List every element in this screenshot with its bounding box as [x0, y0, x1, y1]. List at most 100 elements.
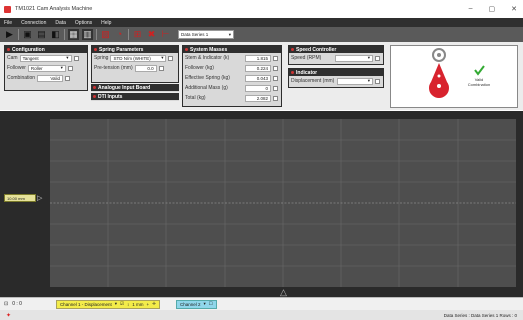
speed-label: Speed (RPM) [291, 55, 322, 61]
follower-label: Follower [7, 65, 26, 71]
analogue-title: Analogue Input Board [98, 84, 151, 91]
export-icon[interactable]: ◧ [50, 29, 61, 40]
mass-checkbox[interactable] [273, 75, 278, 81]
minimize-button[interactable]: – [469, 5, 473, 13]
chevron-down-icon[interactable]: ▾ [115, 301, 117, 307]
cam-select[interactable]: Tangent ▾ [19, 54, 72, 62]
mass-label: Effective Spring (kg) [185, 75, 230, 81]
mass-value: 1.815 [256, 55, 268, 61]
mass-input[interactable]: 0 [245, 84, 271, 92]
pointer-icon[interactable]: ⊡ [4, 301, 8, 307]
mass-input[interactable]: 0.043 [245, 74, 271, 82]
move-icon[interactable]: ✛ [152, 301, 156, 307]
chevron-down-icon[interactable]: ▾ [203, 301, 205, 307]
scale-icon: ↕ [127, 301, 130, 307]
speed-input[interactable]: ▾ [335, 54, 373, 62]
save-icon[interactable]: ▣ [22, 29, 33, 40]
spring-value: STD N/m (WHITE) [113, 55, 151, 61]
speed-checkbox[interactable] [375, 55, 380, 61]
pin-icon [94, 48, 97, 51]
analogue-input-panel: Analogue Input Board [91, 84, 179, 92]
combination-checkbox[interactable] [65, 75, 71, 81]
mass-label: Follower (kg) [185, 65, 214, 71]
mass-value: 0.043 [256, 75, 268, 81]
system-masses-title: System Masses [190, 46, 228, 53]
close-button[interactable]: ✕ [511, 5, 517, 13]
mass-checkbox[interactable] [273, 55, 278, 61]
menu-data[interactable]: Data [55, 20, 66, 26]
indicator-input[interactable]: ▾ [337, 77, 373, 85]
mass-checkbox[interactable] [273, 85, 278, 91]
clear-icon[interactable]: ✖ [146, 29, 157, 40]
spring-label: Spring [94, 55, 109, 61]
cursor-icon[interactable]: ⊢ [160, 29, 171, 40]
pin-icon [93, 95, 96, 98]
follower-checkbox[interactable] [67, 65, 73, 71]
roller-pin [437, 53, 441, 57]
cam-pivot-upper [437, 74, 441, 78]
mass-checkbox[interactable] [273, 95, 278, 101]
follower-select[interactable]: Roller ▾ [27, 64, 66, 72]
dti-inputs-panel: DTI Inputs [91, 93, 179, 101]
configuration-title: Configuration [12, 46, 45, 53]
print-icon[interactable]: ▤ [36, 29, 47, 40]
mass-input[interactable]: 0.224 [245, 64, 271, 72]
cam-row: Cam Tangent ▾ [5, 53, 87, 63]
pin-icon [291, 48, 294, 51]
menu-bar: File Connection Data Options Help [0, 18, 523, 27]
pretension-row: Pre-tension (mm) 0.0 [92, 63, 178, 73]
grid-lines [50, 119, 516, 287]
mass-input[interactable]: 1.815 [245, 54, 271, 62]
chevron-down-icon: ▾ [161, 55, 164, 60]
cam-checkbox[interactable] [73, 55, 79, 61]
plot-grid[interactable] [50, 119, 516, 287]
chart-icon[interactable]: ▧ [100, 29, 111, 40]
displacement-axis-marker[interactable]: 10.00 mm [4, 194, 36, 202]
menu-connection[interactable]: Connection [21, 20, 46, 26]
preview-status-line2: Combination [468, 82, 490, 87]
checkbox-icon[interactable]: ☑ [120, 301, 124, 307]
analogue-header[interactable]: Analogue Input Board [91, 84, 179, 91]
dti-header[interactable]: DTI Inputs [91, 93, 179, 100]
mass-row: Effective Spring (kg) 0.043 [183, 73, 281, 83]
mass-value: 0.224 [256, 65, 268, 71]
toolbar-divider [18, 29, 19, 40]
mass-input[interactable]: 2.082 [245, 94, 271, 102]
configuration-header: Configuration [5, 46, 87, 53]
spring-select[interactable]: STD N/m (WHITE) ▾ [110, 54, 167, 62]
pretension-checkbox[interactable] [158, 65, 164, 71]
maximize-button[interactable]: ▢ [489, 5, 496, 13]
data-series-value: Data Series 1 [181, 32, 209, 37]
indicator-row: Displacement (mm) ▾ [289, 76, 383, 86]
gauge-icon[interactable]: ◔ [114, 29, 125, 40]
channel1-scale[interactable]: 1 mm [132, 302, 143, 307]
chevron-down-icon: ▾ [60, 65, 63, 70]
table-icon[interactable]: ▦ [68, 29, 79, 40]
speed-controller-panel: Speed Controller Speed (RPM) ▾ [288, 45, 384, 65]
warning-icon: ✦ [6, 312, 12, 319]
mass-row: Additional Mass (g) 0 [183, 83, 281, 93]
indicator-checkbox[interactable] [375, 78, 380, 84]
channel1-tab[interactable]: Channel 1 - Displacement ▾ ☑ ↕ 1 mm + ✛ [55, 299, 160, 309]
channel2-tab[interactable]: Channel 2 ▾ ☐ [175, 299, 217, 309]
menu-help[interactable]: Help [101, 20, 111, 26]
indicator-panel: Indicator Displacement (mm) ▾ [288, 68, 384, 88]
pretension-input[interactable]: 0.0 [134, 64, 157, 72]
data-series-select[interactable]: Data Series 1 ▾ [178, 30, 234, 39]
chevron-down-icon: ▾ [66, 55, 69, 60]
cam-value: Tangent [22, 55, 39, 61]
layout-icon[interactable]: ▥ [82, 29, 93, 40]
channel1-label: Channel 1 - Displacement [59, 301, 112, 307]
toolbar: ▶ ▣ ▤ ◧ ▦ ▥ ▧ ◔ ⊞ ✖ ⊢ Data Series 1 ▾ [0, 27, 523, 42]
checkbox-icon[interactable]: ☐ [209, 301, 213, 307]
dti-title: DTI Inputs [98, 93, 123, 100]
add-icon[interactable]: + [147, 302, 150, 307]
cam-preview: Valid Combination [390, 45, 518, 108]
menu-options[interactable]: Options [75, 20, 92, 26]
mass-checkbox[interactable] [273, 65, 278, 71]
menu-file[interactable]: File [4, 20, 12, 26]
zoom-icon[interactable]: ⊞ [132, 29, 143, 40]
play-icon[interactable]: ▶ [4, 29, 15, 40]
spring-row: Spring STD N/m (WHITE) ▾ [92, 53, 178, 63]
spring-checkbox[interactable] [168, 55, 174, 61]
